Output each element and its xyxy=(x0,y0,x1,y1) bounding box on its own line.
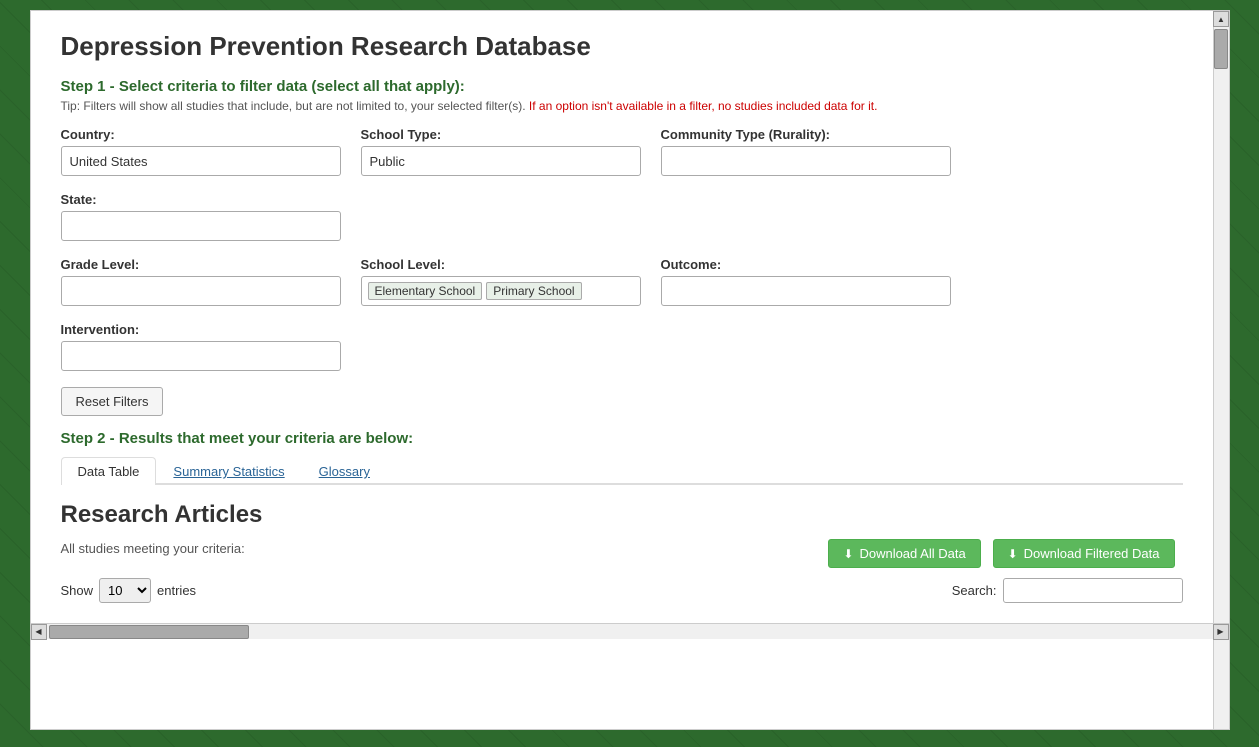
horizontal-scrollbar[interactable]: ◀ ▶ xyxy=(31,623,1229,639)
download-filtered-button[interactable]: Download Filtered Data xyxy=(993,539,1175,568)
download-all-button[interactable]: Download All Data xyxy=(828,539,980,568)
main-window: ▲ Depression Prevention Research Databas… xyxy=(30,10,1230,730)
grade-level-input[interactable] xyxy=(61,276,341,306)
download-filtered-label: Download Filtered Data xyxy=(1024,546,1160,561)
scroll-thumb[interactable] xyxy=(1214,29,1228,69)
download-buttons: Download All Data Download Filtered Data xyxy=(828,539,1182,568)
filter-row-3: Grade Level: School Level: Elementary Sc… xyxy=(61,257,1183,306)
intervention-filter-group: Intervention: xyxy=(61,322,341,371)
grade-level-label: Grade Level: xyxy=(61,257,341,272)
vertical-scrollbar[interactable]: ▲ xyxy=(1213,11,1229,729)
tip-text: Tip: Filters will show all studies that … xyxy=(61,99,1183,113)
state-filter-group: State: xyxy=(61,192,341,241)
tip-highlight: If an option isn't available in a filter… xyxy=(529,99,878,113)
school-level-filter-group: School Level: Elementary School Primary … xyxy=(361,257,641,306)
filter-row-4: Intervention: xyxy=(61,322,1183,371)
outcome-label: Outcome: xyxy=(661,257,951,272)
scroll-up-arrow[interactable]: ▲ xyxy=(1213,11,1229,27)
search-input[interactable] xyxy=(1003,578,1183,603)
scroll-left-arrow[interactable]: ◀ xyxy=(31,624,47,640)
download-all-label: Download All Data xyxy=(859,546,965,561)
search-right: Search: xyxy=(952,578,1183,603)
scroll-right-arrow[interactable]: ▶ xyxy=(1213,624,1229,640)
community-label: Community Type (Rurality): xyxy=(661,127,951,142)
outcome-filter-group: Outcome: xyxy=(661,257,951,306)
download-all-icon xyxy=(843,546,853,561)
page-title: Depression Prevention Research Database xyxy=(61,31,1183,62)
outcome-input[interactable] xyxy=(661,276,951,306)
tab-summary-statistics[interactable]: Summary Statistics xyxy=(156,457,301,485)
intervention-input[interactable] xyxy=(61,341,341,371)
tab-data-table[interactable]: Data Table xyxy=(61,457,157,485)
country-label: Country: xyxy=(61,127,341,142)
entries-label: entries xyxy=(157,583,196,598)
filter-row-2: State: xyxy=(61,192,1183,241)
state-input[interactable] xyxy=(61,211,341,241)
school-level-label: School Level: xyxy=(361,257,641,272)
reset-filters-button[interactable]: Reset Filters xyxy=(61,387,164,416)
community-input[interactable] xyxy=(661,146,951,176)
country-filter-group: Country: xyxy=(61,127,341,176)
scroll-thumb-h[interactable] xyxy=(49,625,249,639)
step1-heading: Step 1 - Select criteria to filter data … xyxy=(61,78,1183,95)
tabs-container: Data Table Summary Statistics Glossary xyxy=(61,457,1183,485)
results-meta: All studies meeting your criteria: xyxy=(61,541,245,556)
download-filtered-icon xyxy=(1008,546,1018,561)
school-level-tags-input[interactable]: Elementary School Primary School xyxy=(361,276,641,306)
intervention-label: Intervention: xyxy=(61,322,341,337)
tag-elementary: Elementary School xyxy=(368,282,483,300)
show-entries-left: Show 10 25 50 100 entries xyxy=(61,578,197,603)
grade-level-filter-group: Grade Level: xyxy=(61,257,341,306)
search-label: Search: xyxy=(952,583,997,598)
tab-glossary[interactable]: Glossary xyxy=(302,457,387,485)
section-title: Research Articles xyxy=(61,501,1183,529)
entries-select[interactable]: 10 25 50 100 xyxy=(99,578,151,603)
state-label: State: xyxy=(61,192,341,207)
country-input[interactable] xyxy=(61,146,341,176)
table-controls-row: Show 10 25 50 100 entries Search: xyxy=(61,578,1183,603)
school-type-filter-group: School Type: xyxy=(361,127,641,176)
school-type-input[interactable] xyxy=(361,146,641,176)
step2-heading: Step 2 - Results that meet your criteria… xyxy=(61,430,1183,447)
tag-primary: Primary School xyxy=(486,282,581,300)
tip-regular: Tip: Filters will show all studies that … xyxy=(61,99,526,113)
filter-row-1: Country: School Type: Community Type (Ru… xyxy=(61,127,1183,176)
school-type-label: School Type: xyxy=(361,127,641,142)
community-filter-group: Community Type (Rurality): xyxy=(661,127,951,176)
show-label: Show xyxy=(61,583,94,598)
